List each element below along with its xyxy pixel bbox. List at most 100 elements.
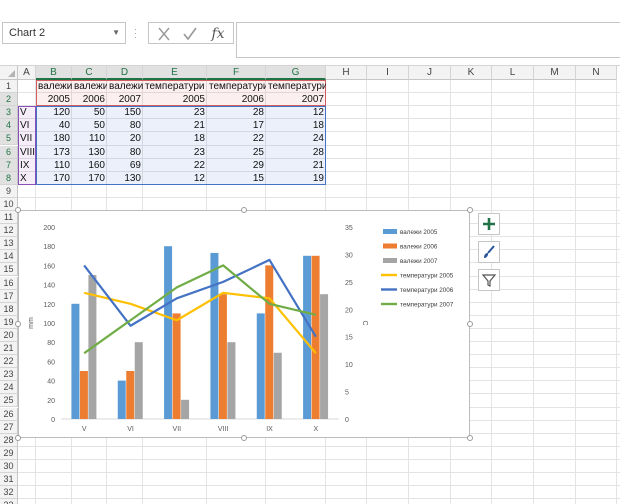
row-header-6[interactable]: 6 [0,145,18,159]
row-header-31[interactable]: 31 [0,473,18,486]
data-cell[interactable]: 22 [207,132,266,145]
data-cell[interactable]: 50 [72,106,107,119]
row-header-15[interactable]: 15 [0,263,18,277]
row-header-11[interactable]: 11 [0,211,18,224]
header-cell[interactable]: температури [143,80,207,93]
resize-handle[interactable] [467,435,473,441]
row-header-30[interactable]: 30 [0,459,18,473]
header-cell[interactable]: валежи [72,80,107,93]
data-cell[interactable]: 110 [72,132,107,145]
data-cell[interactable]: 28 [207,106,266,119]
column-header-d[interactable]: D [107,66,143,80]
column-header-h[interactable]: H [326,66,367,80]
insert-function-button[interactable]: fx [207,25,229,43]
column-header-j[interactable]: J [409,66,451,80]
row-header-5[interactable]: 5 [0,132,18,146]
row-header-14[interactable]: 14 [0,250,18,264]
chart-filters-button[interactable] [478,269,500,291]
data-cell[interactable]: 21 [266,159,326,172]
row-header-7[interactable]: 7 [0,158,18,172]
header-cell[interactable]: температури [207,80,266,93]
data-cell[interactable]: 170 [72,172,107,185]
header-year-cell[interactable]: 2006 [72,93,107,106]
resize-handle[interactable] [467,207,473,213]
header-year-cell[interactable]: 2007 [107,93,143,106]
row-header-9[interactable]: 9 [0,184,18,198]
data-cell[interactable]: 130 [107,172,143,185]
row-header-12[interactable]: 12 [0,224,18,238]
data-cell[interactable]: 160 [72,159,107,172]
data-cell[interactable]: 24 [266,132,326,145]
resize-handle[interactable] [241,435,247,441]
row-header-13[interactable]: 13 [0,237,18,251]
data-cell[interactable]: 18 [143,132,207,145]
data-cell[interactable]: 25 [207,146,266,159]
row-header-20[interactable]: 20 [0,328,18,342]
header-cell[interactable]: валежи [107,80,143,93]
row-header-27[interactable]: 27 [0,420,18,434]
row-header-1[interactable]: 1 [0,80,18,93]
formula-input[interactable] [236,22,620,58]
column-header-l[interactable]: L [492,66,534,80]
row-label-cell[interactable]: VIII [18,146,36,159]
data-cell[interactable]: 80 [107,146,143,159]
row-header-8[interactable]: 8 [0,171,18,185]
data-cell[interactable]: 12 [143,172,207,185]
header-year-cell[interactable]: 2005 [36,93,72,106]
row-label-cell[interactable]: V [18,106,36,119]
row-header-24[interactable]: 24 [0,381,18,395]
column-header-c[interactable]: C [72,66,107,80]
chart-styles-button[interactable] [478,241,500,263]
column-header-m[interactable]: M [534,66,576,80]
data-cell[interactable]: 18 [266,119,326,132]
header-cell[interactable]: валежи [36,80,72,93]
name-box[interactable]: Chart 2 ▼ [2,22,126,44]
row-label-cell[interactable]: VI [18,119,36,132]
data-cell[interactable]: 130 [72,146,107,159]
row-header-26[interactable]: 26 [0,407,18,421]
column-header-i[interactable]: I [367,66,409,80]
column-header-k[interactable]: K [451,66,492,80]
row-header-23[interactable]: 23 [0,368,18,382]
drag-dots-icon[interactable]: · · · [134,25,142,42]
row-header-17[interactable]: 17 [0,289,18,303]
row-header-16[interactable]: 16 [0,276,18,290]
check-icon[interactable] [179,25,201,43]
column-header-a[interactable]: A [18,66,36,80]
data-cell[interactable]: 21 [143,119,207,132]
select-all-corner[interactable] [0,66,18,80]
chevron-down-icon[interactable]: ▼ [112,23,120,43]
row-header-18[interactable]: 18 [0,302,18,316]
row-header-33[interactable]: 33 [0,499,18,504]
chart[interactable]: 0 20 40 60 80 100 120 140 160 180 200 0 5 10 15 20 25 30 3… [18,210,470,438]
data-cell[interactable]: 110 [36,159,72,172]
data-cell[interactable]: 40 [36,119,72,132]
data-cell[interactable]: 23 [143,106,207,119]
row-label-cell[interactable]: IX [18,159,36,172]
resize-handle[interactable] [15,321,21,327]
data-cell[interactable]: 120 [36,106,72,119]
resize-handle[interactable] [15,207,21,213]
row-header-2[interactable]: 2 [0,93,18,107]
row-header-32[interactable]: 32 [0,486,18,500]
chart-elements-button[interactable] [478,213,500,235]
data-cell[interactable]: 170 [36,172,72,185]
column-header-n[interactable]: N [576,66,617,80]
row-header-21[interactable]: 21 [0,342,18,355]
data-cell[interactable]: 29 [207,159,266,172]
data-cell[interactable]: 180 [36,132,72,145]
data-cell[interactable]: 28 [266,146,326,159]
column-header-f[interactable]: F [207,66,266,80]
header-year-cell[interactable]: 2006 [207,93,266,106]
data-cell[interactable]: 17 [207,119,266,132]
resize-handle[interactable] [241,207,247,213]
row-header-25[interactable]: 25 [0,394,18,408]
data-cell[interactable]: 15 [207,172,266,185]
data-cell[interactable]: 80 [107,119,143,132]
data-cell[interactable]: 12 [266,106,326,119]
row-header-4[interactable]: 4 [0,119,18,133]
header-year-cell[interactable]: 2007 [266,93,326,106]
data-cell[interactable]: 50 [72,119,107,132]
data-cell[interactable]: 19 [266,172,326,185]
x-icon[interactable] [153,25,175,43]
